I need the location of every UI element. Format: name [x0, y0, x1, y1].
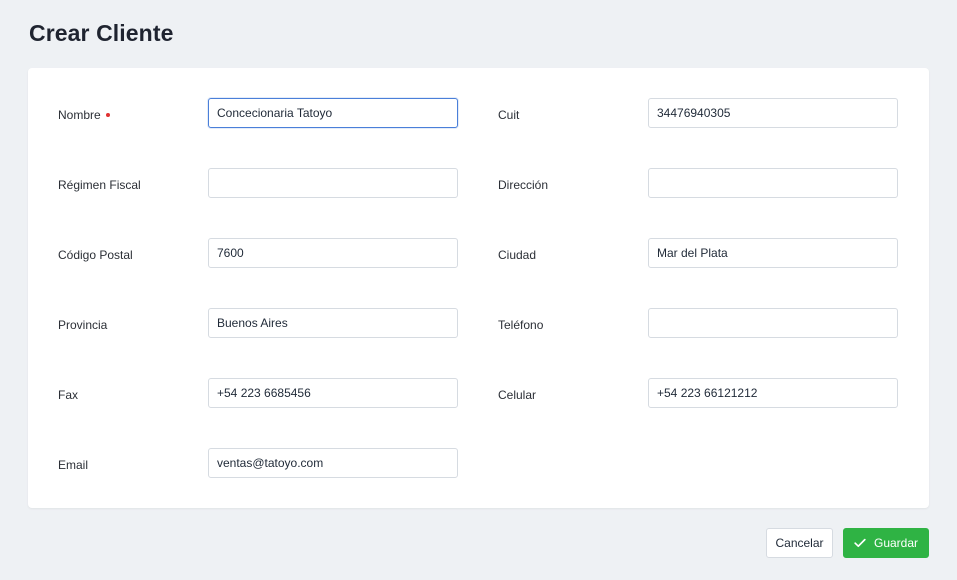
ciudad-field[interactable] — [648, 238, 898, 268]
save-button-label: Guardar — [873, 536, 919, 550]
ciudad-label: Ciudad — [498, 248, 537, 262]
celular-label: Celular — [498, 388, 537, 402]
regimen-fiscal-label: Régimen Fiscal — [58, 178, 141, 192]
check-icon — [854, 538, 866, 548]
fax-label: Fax — [58, 388, 79, 402]
direccion-label: Dirección — [498, 178, 549, 192]
nombre-field[interactable] — [208, 98, 458, 128]
email-field[interactable] — [208, 448, 458, 478]
cuit-field[interactable] — [648, 98, 898, 128]
cancel-button-label: Cancelar — [775, 536, 824, 550]
direccion-field[interactable] — [648, 168, 898, 198]
provincia-field[interactable] — [208, 308, 458, 338]
save-button[interactable]: Guardar — [843, 528, 929, 558]
codigo-postal-field[interactable] — [208, 238, 458, 268]
telefono-field[interactable] — [648, 308, 898, 338]
codigo-postal-label: Código Postal — [58, 248, 133, 262]
required-indicator — [105, 112, 110, 117]
cuit-label: Cuit — [498, 108, 520, 122]
provincia-label: Provincia — [58, 318, 108, 332]
celular-field[interactable] — [648, 378, 898, 408]
nombre-label-text: Nombre — [58, 108, 101, 122]
telefono-label: Teléfono — [498, 318, 544, 332]
nombre-label: Nombre — [58, 108, 110, 122]
page-title: Crear Cliente — [29, 20, 174, 46]
email-label: Email — [58, 458, 89, 472]
regimen-fiscal-field[interactable] — [208, 168, 458, 198]
client-form-card: Nombre Cuit Régimen Fiscal Dirección Cód… — [28, 68, 929, 508]
cancel-button[interactable]: Cancelar — [766, 528, 833, 558]
fax-field[interactable] — [208, 378, 458, 408]
